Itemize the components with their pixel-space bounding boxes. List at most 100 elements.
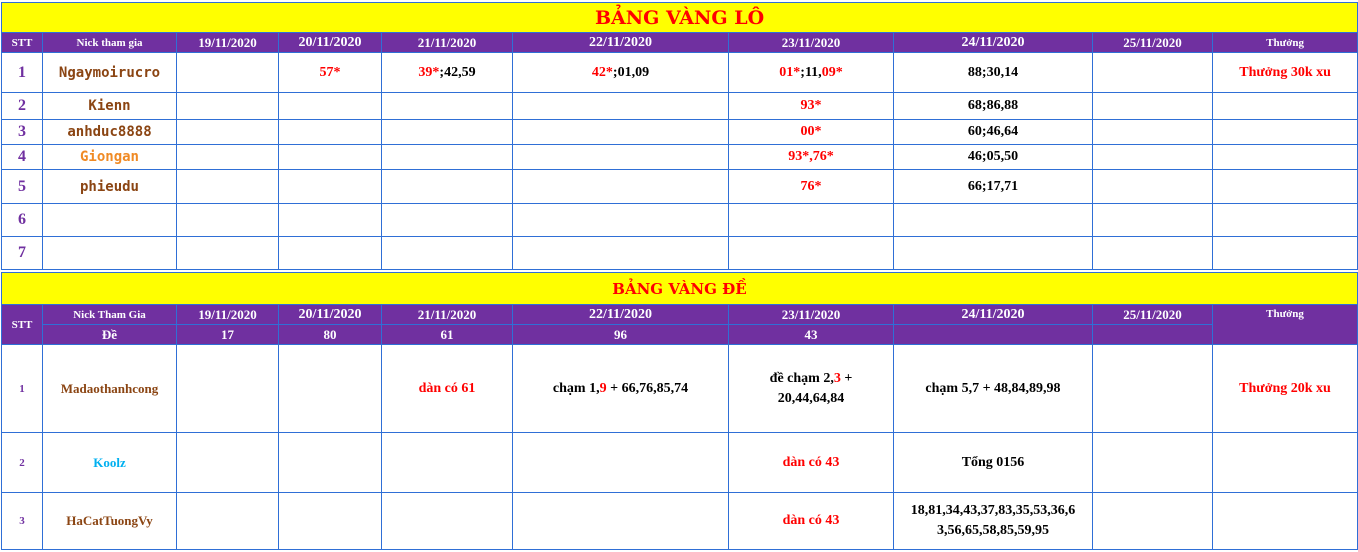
row-number: 6 — [1, 203, 43, 237]
header-date: 21/11/2020 — [381, 304, 513, 325]
cell — [1092, 432, 1213, 493]
row-number: 3 — [1, 492, 43, 550]
result-number: 43 — [728, 324, 894, 345]
nick-name: anhduc8888 — [42, 119, 177, 145]
reward-cell: Thưởng 30k xu — [1211, 52, 1358, 93]
cell — [381, 432, 513, 493]
nick-name: Madaothanhcong — [42, 344, 177, 433]
cell — [893, 203, 1093, 237]
cell: đề chạm 2,3 +20,44,64,84 — [728, 344, 894, 433]
header-date: 20/11/2020 — [278, 304, 382, 325]
de-result-row: Đề 17 80 61 96 43 — [2, 324, 1358, 345]
cell — [278, 492, 382, 550]
header-reward: Thưởng — [1211, 32, 1358, 53]
header-date: 25/11/2020 — [1092, 32, 1213, 53]
cell — [1092, 52, 1213, 93]
row-number: 7 — [1, 236, 43, 270]
row-number: 5 — [1, 169, 43, 204]
cell: chạm 1,9 + 66,76,85,74 — [512, 344, 729, 433]
cell — [176, 432, 279, 493]
header-nick: Nick tham gia — [42, 32, 177, 53]
cell — [381, 119, 513, 145]
cell — [1092, 119, 1213, 145]
cell — [1092, 144, 1213, 170]
table-row: 1 Ngaymoirucro 57* 39*;42,59 42*;01,09 0… — [1, 52, 1358, 93]
spreadsheet: BẢNG VÀNG LÔ STT Nick tham gia 19/11/202… — [0, 0, 1358, 552]
cell — [278, 236, 382, 270]
cell — [512, 432, 729, 493]
cell — [1092, 169, 1213, 204]
header-nick: Nick Tham Gia — [42, 304, 177, 325]
cell — [278, 144, 382, 170]
cell — [176, 92, 279, 120]
lo-table: BẢNG VÀNG LÔ STT Nick tham gia 19/11/202… — [0, 2, 1358, 270]
cell — [381, 492, 513, 550]
pick-numbers: ;42,59 — [439, 64, 476, 80]
reward-cell — [1212, 492, 1358, 550]
header-date: 24/11/2020 — [893, 32, 1093, 53]
de-header-row: STT Nick Tham Gia 19/11/2020 20/11/2020 … — [1, 304, 1358, 345]
cell — [512, 492, 729, 550]
table-row: 3 anhduc8888 00* 60;46,64 — [1, 119, 1358, 145]
pick-text: 20,44,64,84 — [777, 390, 845, 406]
cell — [176, 169, 279, 204]
table-row: 4 Giongan 93*,76* 46;05,50 — [1, 144, 1358, 170]
cell: 93*,76* — [728, 144, 894, 170]
header-de-label: Đề — [42, 324, 177, 345]
header-reward: Thưởng — [1212, 304, 1358, 345]
nick-name: Koolz — [42, 432, 177, 493]
header-date: 19/11/2020 — [176, 32, 279, 53]
result-number — [1092, 324, 1213, 345]
cell — [1092, 236, 1213, 270]
nick-name: Giongan — [42, 144, 177, 170]
reward-cell: Thưởng 20k xu — [1212, 344, 1358, 433]
header-date: 23/11/2020 — [728, 32, 894, 53]
row-number: 4 — [1, 144, 43, 170]
header-date: 23/11/2020 — [728, 304, 894, 325]
header-stt: STT — [1, 304, 43, 345]
cell: 76* — [728, 169, 894, 204]
cell — [1092, 203, 1213, 237]
pick-numbers: ;01,09 — [612, 64, 650, 80]
de-table: BẢNG VÀNG ĐỀ STT Nick Tham Gia 19/11/202… — [1, 272, 1358, 550]
table-row: 5 phieudu 76* 66;17,71 — [1, 169, 1358, 204]
hit-number: 9 — [599, 380, 607, 396]
cell — [728, 236, 894, 270]
cell — [1092, 344, 1213, 433]
cell: 66;17,71 — [893, 169, 1093, 204]
cell: chạm 5,7 + 48,84,89,98 — [893, 344, 1093, 433]
pick-text: + — [840, 370, 853, 386]
lo-title: BẢNG VÀNG LÔ — [0, 2, 1358, 33]
hit-number: 01* — [779, 64, 801, 80]
cell — [381, 203, 513, 237]
cell — [512, 144, 729, 170]
nick-name: Kienn — [42, 92, 177, 120]
cell: 00* — [728, 119, 894, 145]
row-number: 1 — [1, 344, 43, 433]
cell: dàn có 61 — [381, 344, 513, 433]
cell — [176, 52, 279, 93]
hit-number: 39* — [418, 64, 440, 80]
hit-number: 09* — [821, 64, 843, 80]
cell — [176, 144, 279, 170]
nick-name: Ngaymoirucro — [42, 52, 177, 93]
table-row: 6 — [1, 203, 1358, 237]
cell: 46;05,50 — [893, 144, 1093, 170]
header-date: 21/11/2020 — [381, 32, 513, 53]
cell — [176, 236, 279, 270]
cell — [176, 203, 279, 237]
row-number: 2 — [1, 92, 43, 120]
result-number: 61 — [381, 324, 513, 345]
nick-name: HaCatTuongVy — [42, 492, 177, 550]
cell — [512, 203, 729, 237]
reward-cell — [1211, 236, 1358, 270]
nick-name — [42, 203, 177, 237]
header-date: 22/11/2020 — [512, 32, 729, 53]
reward-cell — [1211, 144, 1358, 170]
result-number: 96 — [512, 324, 729, 345]
row-number: 1 — [1, 52, 43, 93]
pick-text: đề chạm 2, — [769, 370, 834, 386]
result-number: 80 — [278, 324, 382, 345]
header-date: 19/11/2020 — [176, 304, 279, 325]
hit-number: 42* — [591, 64, 613, 80]
